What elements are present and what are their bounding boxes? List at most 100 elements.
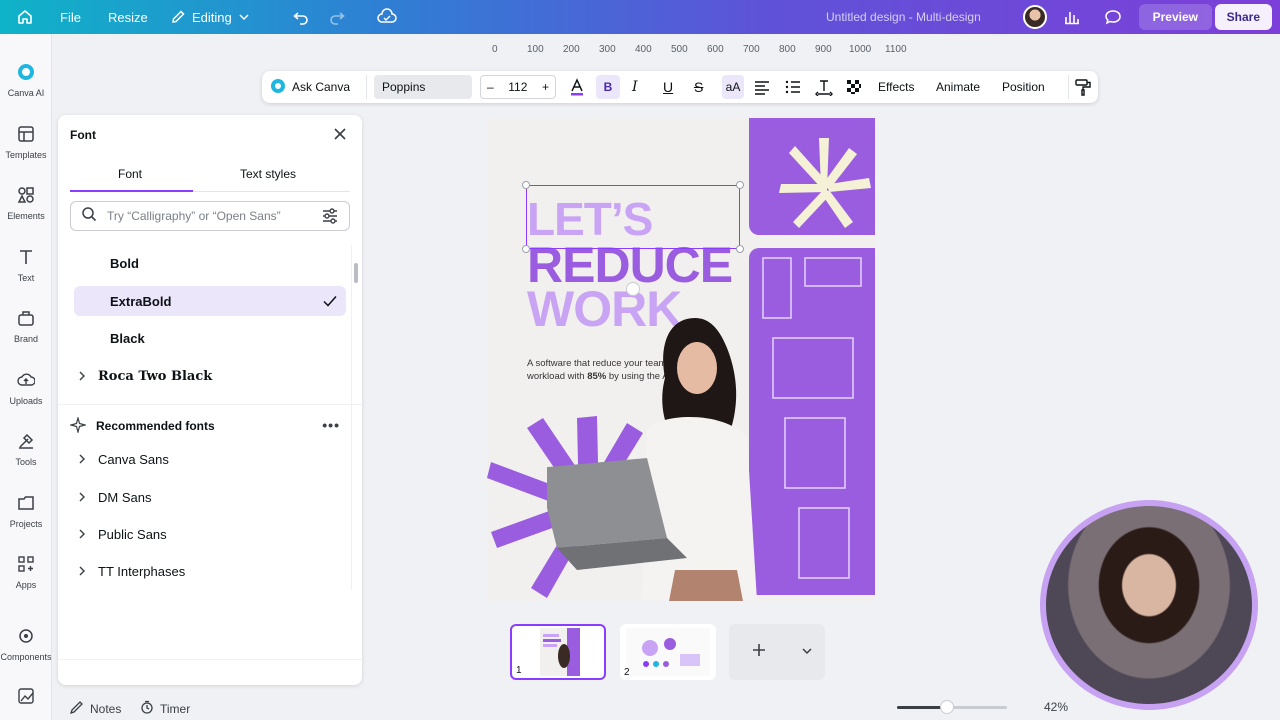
page-number: 2 [624, 667, 630, 678]
cloud-saved-icon[interactable] [377, 0, 397, 34]
letter-case-icon[interactable]: aA [722, 75, 744, 99]
ask-canva-label: Ask Canva [292, 80, 351, 94]
timer-button[interactable]: Timer [140, 700, 190, 717]
resize-button[interactable]: Resize [108, 0, 148, 34]
notes-button[interactable]: Notes [69, 700, 122, 717]
recommended-fonts-header: Recommended fonts ••• [68, 415, 350, 437]
close-icon[interactable] [332, 126, 348, 142]
chevron-right-icon [76, 491, 88, 503]
resize-handle[interactable] [522, 245, 530, 253]
font-weight-label: ExtraBold [110, 293, 172, 309]
zoom-level[interactable]: 42% [1044, 700, 1068, 714]
rail-item-uploads[interactable]: Uploads [0, 370, 52, 406]
font-family-canva-sans[interactable]: Canva Sans [74, 444, 346, 474]
design-title-text: Untitled design - Multi-design [826, 10, 981, 24]
transparency-icon[interactable] [845, 71, 863, 103]
font-family-public-sans[interactable]: Public Sans [74, 519, 346, 549]
font-family-label: Public Sans [98, 526, 167, 542]
resize-handle[interactable] [736, 245, 744, 253]
rail-label: Tools [15, 457, 37, 467]
rail-item-templates[interactable]: Templates [0, 124, 52, 160]
rail-item-tools[interactable]: Tools [0, 431, 52, 467]
text-toolbar: Ask Canva Poppins – 112 + B I U S aA Eff… [262, 71, 1098, 103]
rail-item-brand[interactable]: Brand [0, 308, 52, 344]
redo-icon[interactable] [328, 0, 346, 34]
font-search-box[interactable] [70, 201, 350, 231]
page-thumbnail-2[interactable]: 2 [620, 624, 716, 680]
font-family-roca-two-black[interactable]: Roca Two Black [74, 361, 346, 391]
top-bar: File Resize Editing Untitled design - Mu… [0, 0, 1280, 34]
paint-roller-icon[interactable] [1074, 71, 1092, 103]
rail-item-canva-ai[interactable]: Canva AI [0, 62, 52, 98]
list-icon[interactable] [784, 71, 802, 103]
animate-button[interactable]: Animate [936, 71, 980, 103]
ruler-tick: 300 [599, 44, 616, 55]
text-color-icon[interactable] [568, 71, 586, 103]
resize-handle[interactable] [736, 181, 744, 189]
ask-canva-button[interactable]: Ask Canva [270, 71, 350, 103]
font-size-value[interactable]: 112 [508, 80, 527, 94]
page-thumbnail-1[interactable]: 1 [510, 624, 606, 680]
rail-item-magic-media[interactable] [0, 686, 52, 706]
file-menu[interactable]: File [60, 0, 81, 34]
ruler-tick: 1100 [885, 44, 907, 55]
font-family-select[interactable]: Poppins [374, 75, 472, 99]
font-family-dm-sans[interactable]: DM Sans [74, 482, 346, 512]
tab-font[interactable]: Font [118, 167, 142, 181]
underline-icon[interactable]: U [663, 71, 673, 103]
rail-item-text[interactable]: Text [0, 247, 52, 283]
starburst-graphic [779, 138, 871, 228]
ruler-tick: 500 [671, 44, 688, 55]
ruler-tick: 1000 [849, 44, 872, 55]
share-button[interactable]: Share [1214, 4, 1272, 30]
strikethrough-icon[interactable]: S [694, 71, 703, 103]
rail-item-apps[interactable]: Apps [0, 554, 52, 590]
ruler-tick: 900 [815, 44, 832, 55]
add-page-button[interactable] [729, 624, 825, 680]
decrease-size-button[interactable]: – [487, 80, 494, 94]
font-weight-extrabold[interactable]: ExtraBold [74, 286, 346, 316]
resize-handle[interactable] [522, 181, 530, 189]
rail-item-elements[interactable]: Elements [0, 185, 52, 221]
comment-icon[interactable] [1104, 0, 1122, 34]
rail-item-projects[interactable]: Projects [0, 493, 52, 529]
rail-item-components[interactable]: Components [0, 626, 52, 662]
filter-icon[interactable] [321, 207, 339, 225]
font-family-label: TT Interphases [98, 563, 186, 579]
chevron-down-icon[interactable] [801, 644, 813, 662]
design-title[interactable]: Untitled design - Multi-design [826, 0, 981, 34]
rail-label: Uploads [9, 396, 43, 406]
italic-icon[interactable]: I [632, 71, 638, 103]
chevron-right-icon [76, 370, 88, 382]
font-weight-black[interactable]: Black [74, 323, 346, 353]
ruler-tick: 100 [527, 44, 544, 55]
rail-label: Text [17, 273, 35, 283]
rotate-handle-icon[interactable] [626, 282, 640, 296]
position-button[interactable]: Position [1002, 71, 1045, 103]
components-icon [16, 626, 36, 646]
font-family-tt-interphases[interactable]: TT Interphases [74, 556, 346, 586]
font-weight-bold[interactable]: Bold [74, 248, 346, 278]
presenter-webcam [1040, 500, 1258, 710]
undo-icon[interactable] [292, 0, 310, 34]
insights-icon[interactable] [1063, 0, 1081, 34]
font-search-input[interactable] [107, 209, 311, 223]
spacing-icon[interactable] [815, 71, 833, 103]
font-size-stepper[interactable]: – 112 + [480, 75, 556, 99]
editing-dropdown[interactable]: Editing [170, 0, 250, 34]
avatar[interactable] [1023, 0, 1047, 34]
tab-text-styles[interactable]: Text styles [240, 167, 296, 181]
more-options-icon[interactable]: ••• [322, 417, 340, 433]
increase-size-button[interactable]: + [542, 80, 549, 94]
effects-button[interactable]: Effects [878, 71, 914, 103]
font-weight-label: Black [110, 330, 145, 346]
file-label: File [60, 9, 81, 25]
notes-label: Notes [90, 701, 122, 716]
home-icon[interactable] [16, 0, 34, 34]
preview-button[interactable]: Preview [1138, 4, 1212, 30]
text-selection-frame[interactable] [526, 185, 740, 249]
align-icon[interactable] [753, 71, 771, 103]
bold-icon[interactable]: B [596, 75, 620, 99]
zoom-slider-handle[interactable] [940, 700, 954, 714]
scrollbar-thumb[interactable] [354, 263, 358, 283]
